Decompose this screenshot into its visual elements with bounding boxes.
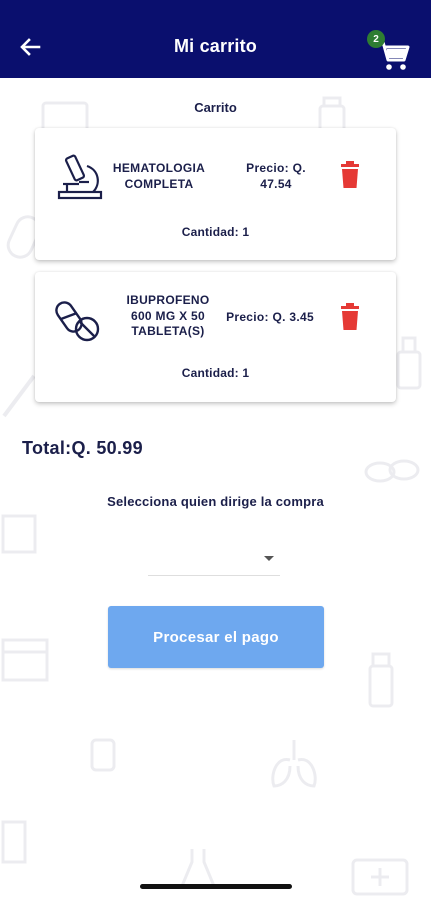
app-header: Mi carrito 2: [0, 0, 431, 78]
cart-section-label: Carrito: [194, 100, 237, 115]
pills-bg-icon: [364, 459, 420, 483]
lungs-bg-icon: [271, 740, 317, 788]
first-aid-bg-icon: [351, 858, 409, 896]
pills-icon: [55, 301, 100, 342]
order-total: Total:Q. 50.99: [22, 438, 143, 458]
buyer-dropdown[interactable]: [148, 546, 280, 576]
process-payment-button[interactable]: Procesar el pago: [108, 606, 324, 668]
product-name: IBUPROFENO 600 MG X 50 TABLETA(S): [126, 293, 210, 338]
product-quantity: Cantidad: 1: [181, 225, 250, 239]
bottle-bg-icon: [396, 336, 422, 390]
microscope-icon: [57, 154, 103, 200]
scale-bg-icon: [1, 820, 27, 864]
cart-count-badge: 2: [367, 30, 385, 48]
product-quantity: Cantidad: 1: [181, 366, 250, 380]
product-name: HEMATOLOGIA COMPLETA: [112, 161, 206, 191]
calendar-bg-icon: [1, 638, 49, 682]
equipment-bg-icon: [1, 514, 37, 554]
delete-item-button[interactable]: [337, 161, 363, 189]
buyer-select-label: Selecciona quien dirige la compra: [107, 494, 324, 509]
trash-icon: [341, 161, 359, 188]
cart-item-card: HEMATOLOGIA COMPLETA Precio: Q. 47.54 Ca…: [35, 128, 396, 260]
delete-item-button[interactable]: [337, 303, 363, 331]
iv-bag-bg-icon: [90, 738, 116, 772]
trash-icon: [341, 303, 359, 330]
product-price: Precio: Q. 47.54: [246, 161, 306, 191]
bottle-bg-icon: [368, 652, 394, 708]
home-indicator: [140, 884, 292, 889]
product-price: Precio: Q. 3.45: [226, 310, 314, 324]
syringe-bg-icon: [2, 374, 36, 418]
caret-down-icon: [264, 556, 274, 561]
cart-item-card: IBUPROFENO 600 MG X 50 TABLETA(S) Precio…: [35, 272, 396, 402]
